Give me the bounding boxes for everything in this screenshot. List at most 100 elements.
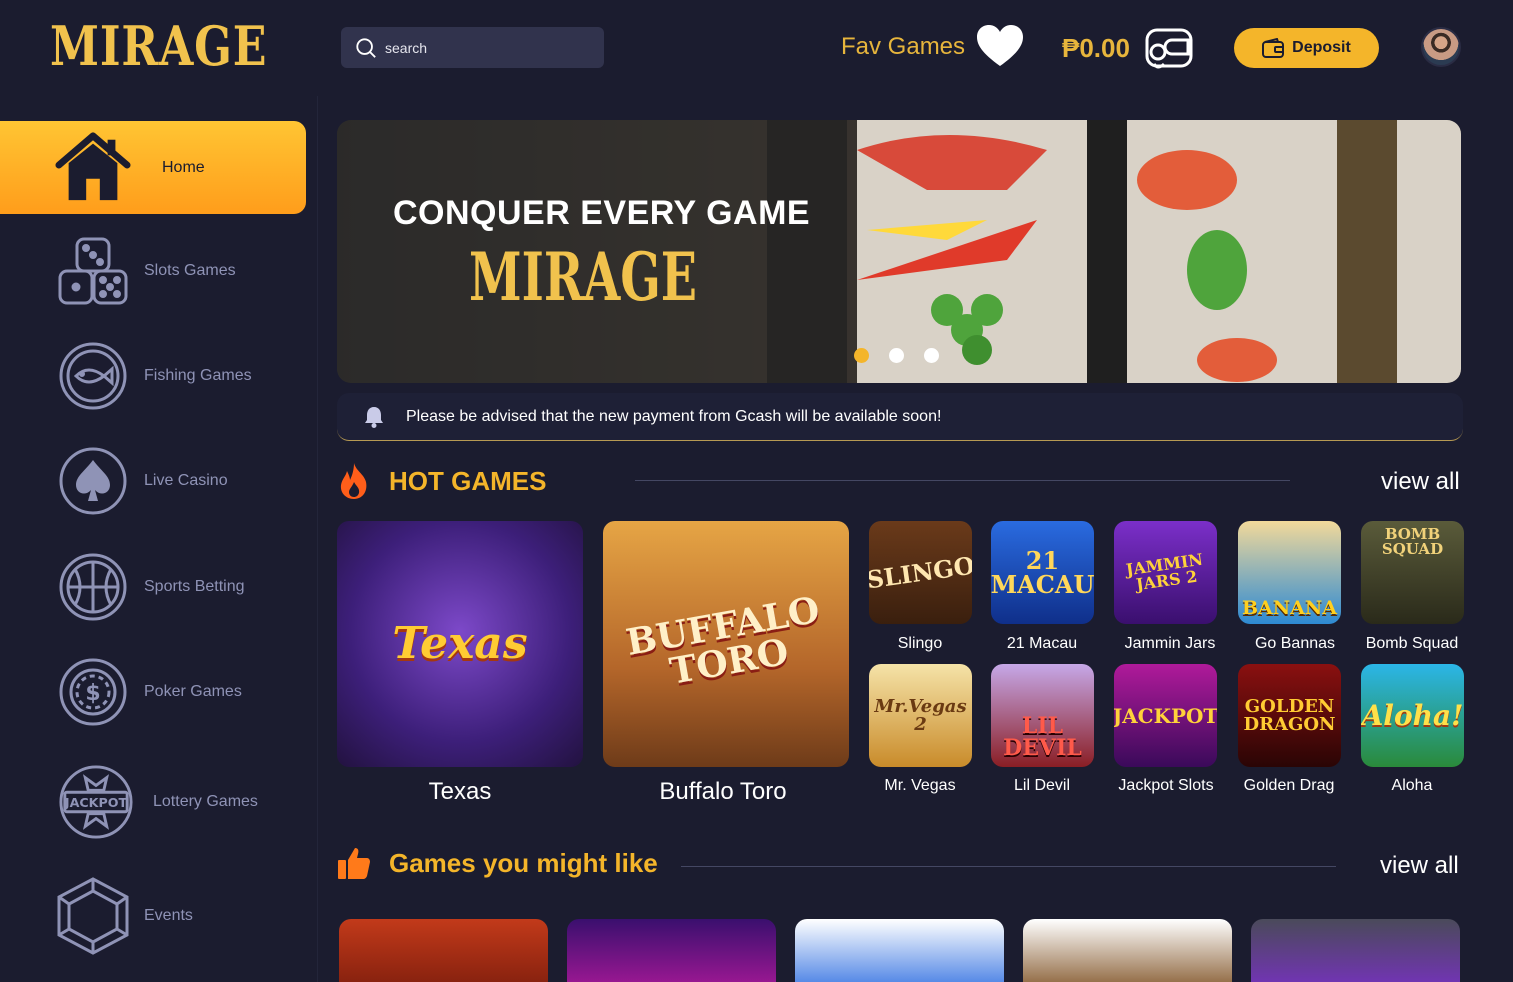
game-art: BUFFALO TORO bbox=[622, 588, 823, 693]
game-tile-lil-devil[interactable]: LIL DEVIL bbox=[991, 664, 1094, 767]
section-divider bbox=[635, 480, 1290, 481]
game-art: Mr.Vegas 2 bbox=[874, 695, 967, 735]
avatar[interactable] bbox=[1421, 27, 1461, 67]
fish-icon bbox=[55, 338, 131, 414]
carousel-dots bbox=[854, 348, 939, 363]
heart-icon[interactable] bbox=[977, 25, 1023, 67]
jackpot-icon: JACKPOT bbox=[58, 764, 134, 840]
sidebar-item-events[interactable]: Events bbox=[0, 877, 306, 955]
game-name[interactable]: Texas bbox=[337, 778, 583, 806]
suggested-game-tile-5[interactable] bbox=[1251, 919, 1460, 982]
sidebar-item-sports[interactable]: Sports Betting bbox=[0, 549, 306, 625]
sidebar: Home Slots Games Fishing Games Live Casi… bbox=[0, 96, 318, 982]
game-tile-buffalo-toro[interactable]: BUFFALO TORO bbox=[603, 521, 849, 767]
game-tile-golden-dragon[interactable]: GOLDEN DRAGON bbox=[1238, 664, 1341, 767]
game-name[interactable]: Go Bannas bbox=[1230, 635, 1360, 653]
balance-value: ₱0.00 bbox=[1062, 33, 1130, 63]
game-name[interactable]: Slingo bbox=[855, 635, 985, 653]
sidebar-item-poker[interactable]: $ Poker Games bbox=[0, 654, 306, 730]
game-name[interactable]: Lil Devil bbox=[977, 777, 1107, 795]
game-tile-jackpot-slots[interactable]: JACKPOT bbox=[1114, 664, 1217, 767]
search-box[interactable] bbox=[341, 27, 604, 68]
promo-banner[interactable]: CONQUER EVERY GAME MIRAGE bbox=[337, 120, 1461, 383]
game-name[interactable]: Jackpot Slots bbox=[1101, 777, 1231, 795]
game-name[interactable]: Bomb Squad bbox=[1347, 635, 1477, 653]
suggested-game-tile-3[interactable] bbox=[795, 919, 1004, 982]
game-name[interactable]: Aloha bbox=[1347, 777, 1477, 795]
sidebar-item-live-casino[interactable]: Live Casino bbox=[0, 443, 306, 519]
game-art: LIL DEVIL bbox=[1003, 713, 1082, 761]
suggested-game-tile-1[interactable] bbox=[339, 919, 548, 982]
game-art: 21 MACAU bbox=[991, 545, 1094, 599]
wallet-small-icon bbox=[1262, 38, 1285, 58]
fav-games-link[interactable]: Fav Games bbox=[841, 33, 965, 61]
game-tile-aloha[interactable]: Aloha! bbox=[1361, 664, 1464, 767]
fire-icon bbox=[340, 463, 367, 499]
svg-text:JACKPOT: JACKPOT bbox=[64, 795, 128, 810]
might-like-header: Games you might like bbox=[337, 846, 658, 880]
banner-headline: CONQUER EVERY GAME bbox=[393, 194, 811, 232]
poker-chip-icon: $ bbox=[55, 654, 131, 730]
game-art: Aloha! bbox=[1361, 698, 1464, 732]
game-name[interactable]: Buffalo Toro bbox=[603, 778, 843, 806]
basketball-icon bbox=[55, 549, 131, 625]
hexagon-gem-icon bbox=[55, 877, 131, 955]
sidebar-item-label: Live Casino bbox=[144, 472, 228, 489]
section-divider bbox=[681, 866, 1336, 867]
sidebar-item-label: Lottery Games bbox=[153, 793, 258, 810]
sidebar-item-label: Fishing Games bbox=[144, 367, 252, 384]
game-tile-jammin-jars[interactable]: JAMMIN JARS 2 bbox=[1114, 521, 1217, 624]
search-input[interactable] bbox=[385, 39, 585, 56]
game-art: JAMMIN JARS 2 bbox=[1124, 549, 1205, 594]
deposit-button[interactable]: Deposit bbox=[1234, 28, 1379, 68]
carousel-dot-3[interactable] bbox=[924, 348, 939, 363]
suggested-game-tile-4[interactable] bbox=[1023, 919, 1232, 982]
game-art: BANANA bbox=[1241, 597, 1338, 619]
game-art: JACKPOT bbox=[1114, 703, 1217, 728]
sidebar-item-label: Events bbox=[144, 907, 193, 924]
svg-text:$: $ bbox=[85, 681, 100, 706]
game-tile-texas[interactable]: Texas bbox=[337, 521, 583, 767]
game-art: GOLDEN DRAGON bbox=[1243, 695, 1336, 735]
hot-games-view-all[interactable]: view all bbox=[1381, 468, 1460, 496]
bell-icon bbox=[365, 406, 383, 428]
game-tile-bomb-squad[interactable]: BOMB SQUAD bbox=[1361, 521, 1464, 624]
game-tile-go-bannas[interactable]: BANANA bbox=[1238, 521, 1341, 624]
sidebar-item-lottery[interactable]: JACKPOT Lottery Games bbox=[0, 764, 306, 840]
game-name[interactable]: Jammin Jars bbox=[1105, 635, 1235, 653]
suggested-game-tile-2[interactable] bbox=[567, 919, 776, 982]
top-bar: MIRAGE Fav Games ₱0.00 Deposit bbox=[0, 0, 1513, 96]
deposit-label: Deposit bbox=[1292, 39, 1351, 56]
might-like-title: Games you might like bbox=[389, 847, 658, 878]
game-art: SLINGO bbox=[869, 550, 972, 594]
thumbs-up-icon bbox=[338, 848, 370, 879]
search-icon bbox=[356, 37, 376, 58]
game-art: BOMB SQUAD bbox=[1381, 525, 1444, 558]
sidebar-item-fishing[interactable]: Fishing Games bbox=[0, 338, 306, 414]
sidebar-item-label: Home bbox=[162, 158, 205, 176]
hot-games-title: HOT GAMES bbox=[389, 465, 547, 496]
spade-icon bbox=[55, 443, 131, 519]
wallet-icon[interactable] bbox=[1144, 24, 1194, 72]
dice-icon bbox=[55, 233, 131, 309]
sidebar-item-label: Slots Games bbox=[144, 262, 236, 279]
sidebar-item-slots[interactable]: Slots Games bbox=[0, 233, 306, 309]
game-name[interactable]: Mr. Vegas bbox=[855, 777, 985, 795]
game-name[interactable]: Golden Drag bbox=[1224, 777, 1354, 795]
announcement-bar: Please be advised that the new payment f… bbox=[337, 393, 1463, 441]
home-icon bbox=[55, 129, 131, 205]
sidebar-item-label: Sports Betting bbox=[144, 578, 245, 595]
game-art: Texas bbox=[392, 618, 528, 669]
banner-logo: MIRAGE bbox=[469, 238, 698, 316]
site-logo[interactable]: MIRAGE bbox=[50, 14, 267, 78]
game-name[interactable]: 21 Macau bbox=[977, 635, 1107, 653]
might-like-view-all[interactable]: view all bbox=[1380, 852, 1459, 880]
game-tile-21-macau[interactable]: 21 MACAU bbox=[991, 521, 1094, 624]
carousel-dot-1[interactable] bbox=[854, 348, 869, 363]
sidebar-item-home[interactable]: Home bbox=[0, 121, 306, 214]
sidebar-item-label: Poker Games bbox=[144, 683, 242, 700]
carousel-dot-2[interactable] bbox=[889, 348, 904, 363]
game-tile-slingo[interactable]: SLINGO bbox=[869, 521, 972, 624]
announcement-text: Please be advised that the new payment f… bbox=[406, 407, 942, 425]
game-tile-mr-vegas[interactable]: Mr.Vegas 2 bbox=[869, 664, 972, 767]
